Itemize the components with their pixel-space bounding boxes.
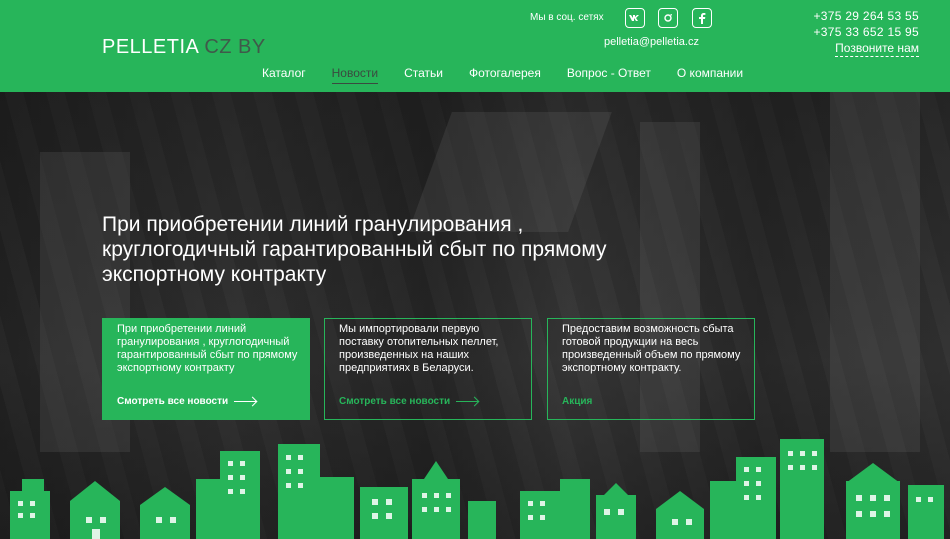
logo-main-text: PELLETIA	[102, 36, 199, 58]
nav-news[interactable]: Новости	[331, 66, 379, 84]
main-nav: Каталог Новости Статьи Фотогалерея Вопро…	[262, 66, 769, 84]
vk-icon[interactable]	[625, 8, 645, 28]
news-card-link-label: Акция	[562, 396, 593, 407]
logo-sub-text: CZ BY	[198, 36, 266, 58]
hero-headline: При приобретении линий гранулирования , …	[102, 213, 607, 286]
news-card[interactable]: При приобретении линий гранулирования , …	[102, 318, 310, 420]
instagram-icon[interactable]	[658, 8, 678, 28]
facebook-icon[interactable]	[692, 8, 712, 28]
news-card-link[interactable]: Смотреть все новости	[339, 396, 479, 407]
news-card[interactable]: Предоставим возможность сбыта готовой пр…	[547, 318, 755, 420]
news-card-text: При приобретении линий гранулирования , …	[117, 323, 298, 374]
background-machinery	[830, 92, 920, 452]
phone-1[interactable]: +375 29 264 53 55	[813, 9, 919, 23]
news-card-link-label: Смотреть все новости	[339, 396, 451, 407]
email-link[interactable]: pelletia@pelletia.cz	[604, 36, 699, 48]
arrow-right-icon	[456, 401, 479, 402]
callback-link[interactable]: Позвоните нам	[835, 41, 919, 57]
nav-photogallery[interactable]: Фотогалерея	[469, 66, 541, 84]
hero-section: При приобретении линий гранулирования , …	[0, 92, 950, 539]
news-card-link[interactable]: Смотреть все новости	[117, 396, 257, 407]
nav-faq[interactable]: Вопрос - Ответ	[567, 66, 651, 84]
news-card-link[interactable]: Акция	[562, 396, 592, 407]
nav-catalog[interactable]: Каталог	[262, 66, 306, 84]
city-skyline-illustration	[10, 439, 944, 539]
arrow-right-icon	[234, 401, 257, 402]
phone-2[interactable]: +375 33 652 15 95	[813, 25, 919, 39]
news-card-text: Мы импортировали первую поставку отопите…	[339, 323, 499, 374]
social-label: Мы в соц. сетях	[530, 12, 604, 23]
site-logo[interactable]: PELLETIA CZ BY	[102, 36, 266, 59]
site-header: PELLETIA CZ BY Мы в соц. сетях pelletia@…	[0, 0, 950, 92]
news-card[interactable]: Мы импортировали первую поставку отопите…	[324, 318, 532, 420]
nav-articles[interactable]: Статьи	[404, 66, 443, 84]
nav-about[interactable]: О компании	[677, 66, 743, 84]
news-card-link-label: Смотреть все новости	[117, 396, 229, 407]
news-card-text: Предоставим возможность сбыта готовой пр…	[562, 323, 741, 374]
